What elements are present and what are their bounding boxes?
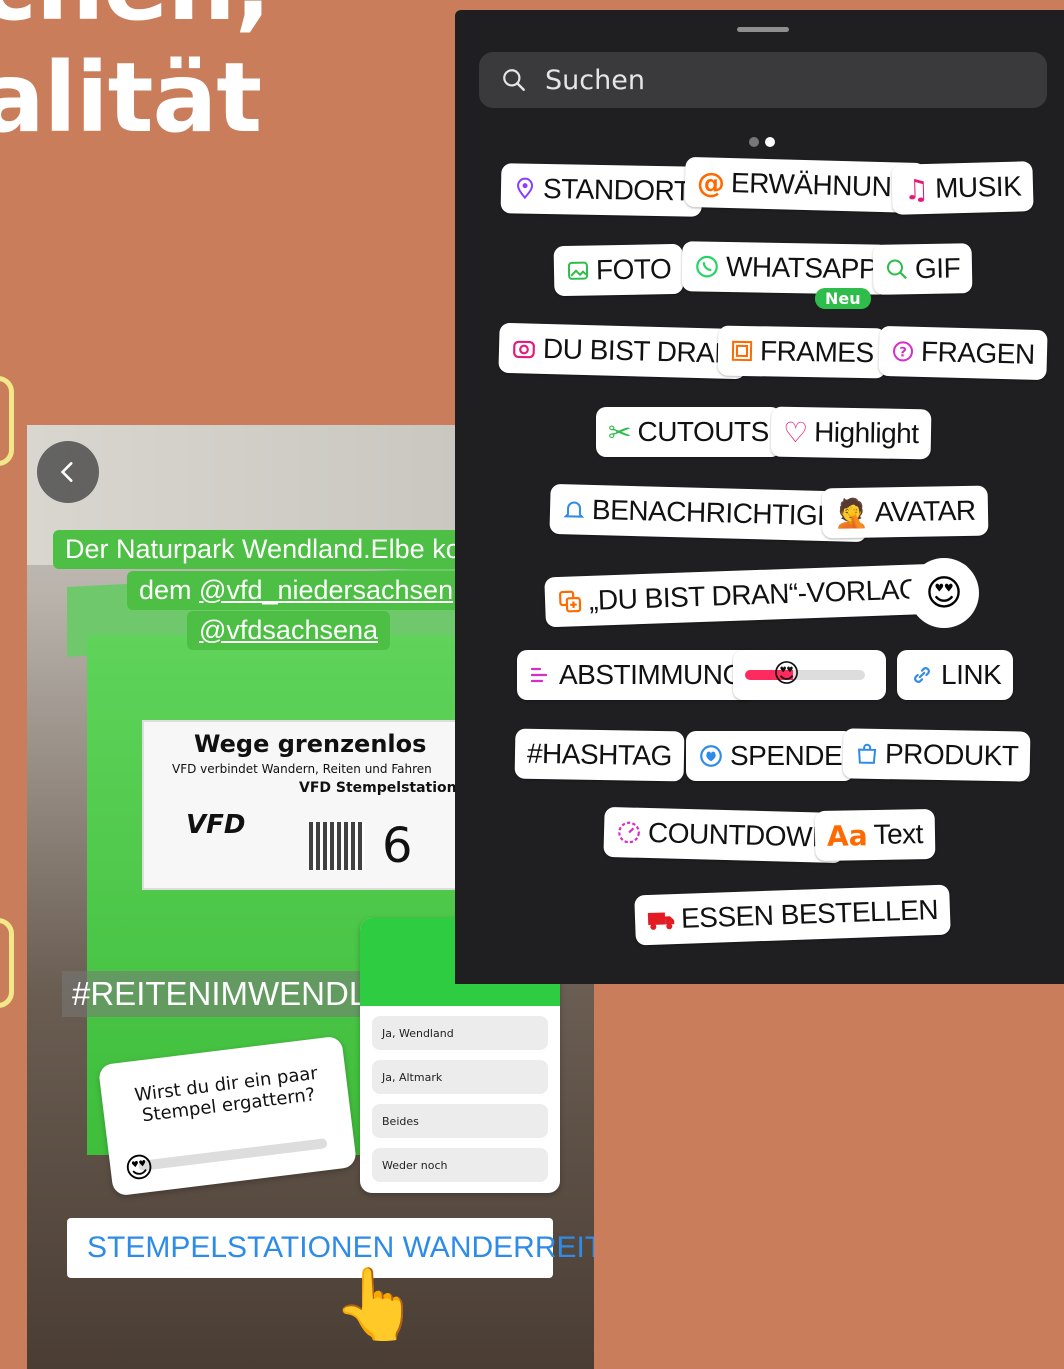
sticker-benachrichtigen[interactable]: BENACHRICHTIGEN <box>549 483 868 543</box>
camera-icon <box>511 335 538 362</box>
sticker-foto[interactable]: FOTO <box>553 243 684 297</box>
sticker-produkt[interactable]: PRODUKT <box>842 728 1031 782</box>
decorative-frame <box>0 376 14 466</box>
search-input[interactable]: Suchen <box>545 65 645 96</box>
sticker-spende[interactable]: SPENDE <box>686 731 855 781</box>
location-pin-icon <box>513 176 537 200</box>
search-bar[interactable]: Suchen <box>479 52 1047 108</box>
question-icon: ? <box>891 339 916 364</box>
sticker-emoji-slider[interactable]: 😍 <box>733 650 886 700</box>
donate-heart-icon <box>698 743 724 769</box>
heading-line-1: chen, <box>0 0 271 42</box>
tap-hand-icon: 👆 <box>332 1263 420 1345</box>
link-icon <box>909 662 935 688</box>
sticker-gif[interactable]: GIF <box>872 243 973 295</box>
poll-option[interactable]: Weder noch <box>372 1148 548 1182</box>
sticker-cutouts[interactable]: ✂ CUTOUTS <box>596 407 781 457</box>
gif-search-icon <box>885 257 909 281</box>
caption-line-1: Der Naturpark Wendland.Elbe koope <box>53 530 518 569</box>
poll-option[interactable]: Ja, Wendland <box>372 1016 548 1050</box>
sticker-abstimmung[interactable]: ABSTIMMUNG <box>517 650 756 700</box>
avatar-icon: 🤦 <box>833 496 870 530</box>
sticker-standort[interactable]: STANDORT <box>500 163 703 217</box>
sticker-du-bist-dran[interactable]: DU BIST DRAN <box>498 322 747 380</box>
sticker-highlight[interactable]: ♡ Highlight <box>770 406 931 460</box>
slider-track: 😍 <box>745 659 865 689</box>
sticker-musik[interactable]: ♫ MUSIK <box>891 161 1034 215</box>
new-badge: Neu <box>815 288 871 309</box>
heart-eyes-emoji-icon: 😍 <box>122 1149 156 1186</box>
poll-option[interactable]: Ja, Altmark <box>372 1060 548 1094</box>
sign-station: VFD Stempelstation <box>299 780 457 796</box>
qr-code <box>309 822 365 870</box>
sign-number: 6 <box>382 818 413 874</box>
link-sticker[interactable]: STEMPELSTATIONEN WANDERREITEN <box>67 1218 594 1278</box>
heart-eyes-emoji-icon: 😍 <box>925 572 963 614</box>
sticker-frames[interactable]: FRAMES <box>717 325 887 379</box>
page-dots <box>749 132 781 151</box>
back-button[interactable] <box>37 441 99 503</box>
bell-icon <box>562 497 587 522</box>
decorative-frame <box>0 918 14 1008</box>
mention-vfd-niedersachsen[interactable]: @vfd_niedersachsen <box>199 575 453 605</box>
emoji-slider-sticker[interactable]: Wirst du dir ein paar Stempel ergattern?… <box>97 1035 358 1197</box>
sign-title: Wege grenzenlos <box>194 730 427 758</box>
caption-line-3: @vfdsachsena <box>187 611 391 650</box>
heart-highlight-icon: ♡ <box>782 415 809 449</box>
caption-line-2: dem @vfd_niedersachsen ur <box>127 571 497 610</box>
shopping-bag-icon <box>855 742 879 766</box>
slide-heading: chen, alität <box>0 0 271 154</box>
countdown-icon <box>616 819 643 846</box>
slider-track <box>137 1138 328 1172</box>
emoji-sticker[interactable]: 😍 <box>909 558 979 628</box>
sticker-avatar[interactable]: 🤦 AVATAR <box>821 485 989 539</box>
sticker-erwaehnung[interactable]: @ ERWÄHNUNG <box>684 156 926 214</box>
delivery-truck-icon <box>647 908 676 931</box>
music-note-icon: ♫ <box>903 172 930 207</box>
sticker-tray: Suchen STANDORT @ ERWÄHNUNG ♫ MUSIK FOTO… <box>455 10 1064 984</box>
sticker-essen-bestellen[interactable]: ESSEN BESTELLEN <box>634 884 951 946</box>
sticker-text[interactable]: Aa Text <box>814 808 936 862</box>
poll-icon <box>529 663 553 687</box>
search-icon <box>503 69 525 91</box>
station-sign: Wege grenzenlos VFD verbindet Wandern, R… <box>142 720 487 890</box>
sticker-vorlagen[interactable]: „DU BIST DRAN“-VORLAGEN <box>544 562 971 628</box>
poll-option[interactable]: Beides <box>372 1104 548 1138</box>
whatsapp-icon <box>694 253 720 279</box>
sign-logo: VFD <box>186 810 246 840</box>
heart-eyes-emoji-icon: 😍 <box>773 659 801 689</box>
sign-subtitle: VFD verbindet Wandern, Reiten und Fahren <box>172 762 432 776</box>
sticker-hashtag[interactable]: #HASHTAG <box>514 728 685 782</box>
svg-text:?: ? <box>899 345 907 360</box>
heading-line-2: alität <box>0 42 262 154</box>
template-add-icon <box>557 588 584 615</box>
scissors-icon: ✂ <box>608 415 632 449</box>
drag-handle[interactable] <box>737 27 789 32</box>
text-aa-icon: Aa <box>826 818 868 853</box>
mention-vfdsachsena[interactable]: @vfdsachsena <box>199 615 378 645</box>
link-sticker-label: STEMPELSTATIONEN WANDERREITEN <box>87 1231 594 1264</box>
frame-icon <box>730 339 754 363</box>
sticker-link[interactable]: LINK <box>897 650 1014 700</box>
sticker-countdown[interactable]: COUNTDOWN <box>603 806 845 864</box>
sticker-whatsapp[interactable]: WHATSAPP <box>681 241 890 295</box>
slider-question: Wirst du dir ein paar Stempel ergattern? <box>133 1062 319 1127</box>
sticker-fragen[interactable]: ? FRAGEN <box>878 325 1048 381</box>
photo-icon <box>566 259 590 283</box>
at-sign-icon: @ <box>696 165 726 200</box>
chevron-left-icon <box>60 462 73 482</box>
